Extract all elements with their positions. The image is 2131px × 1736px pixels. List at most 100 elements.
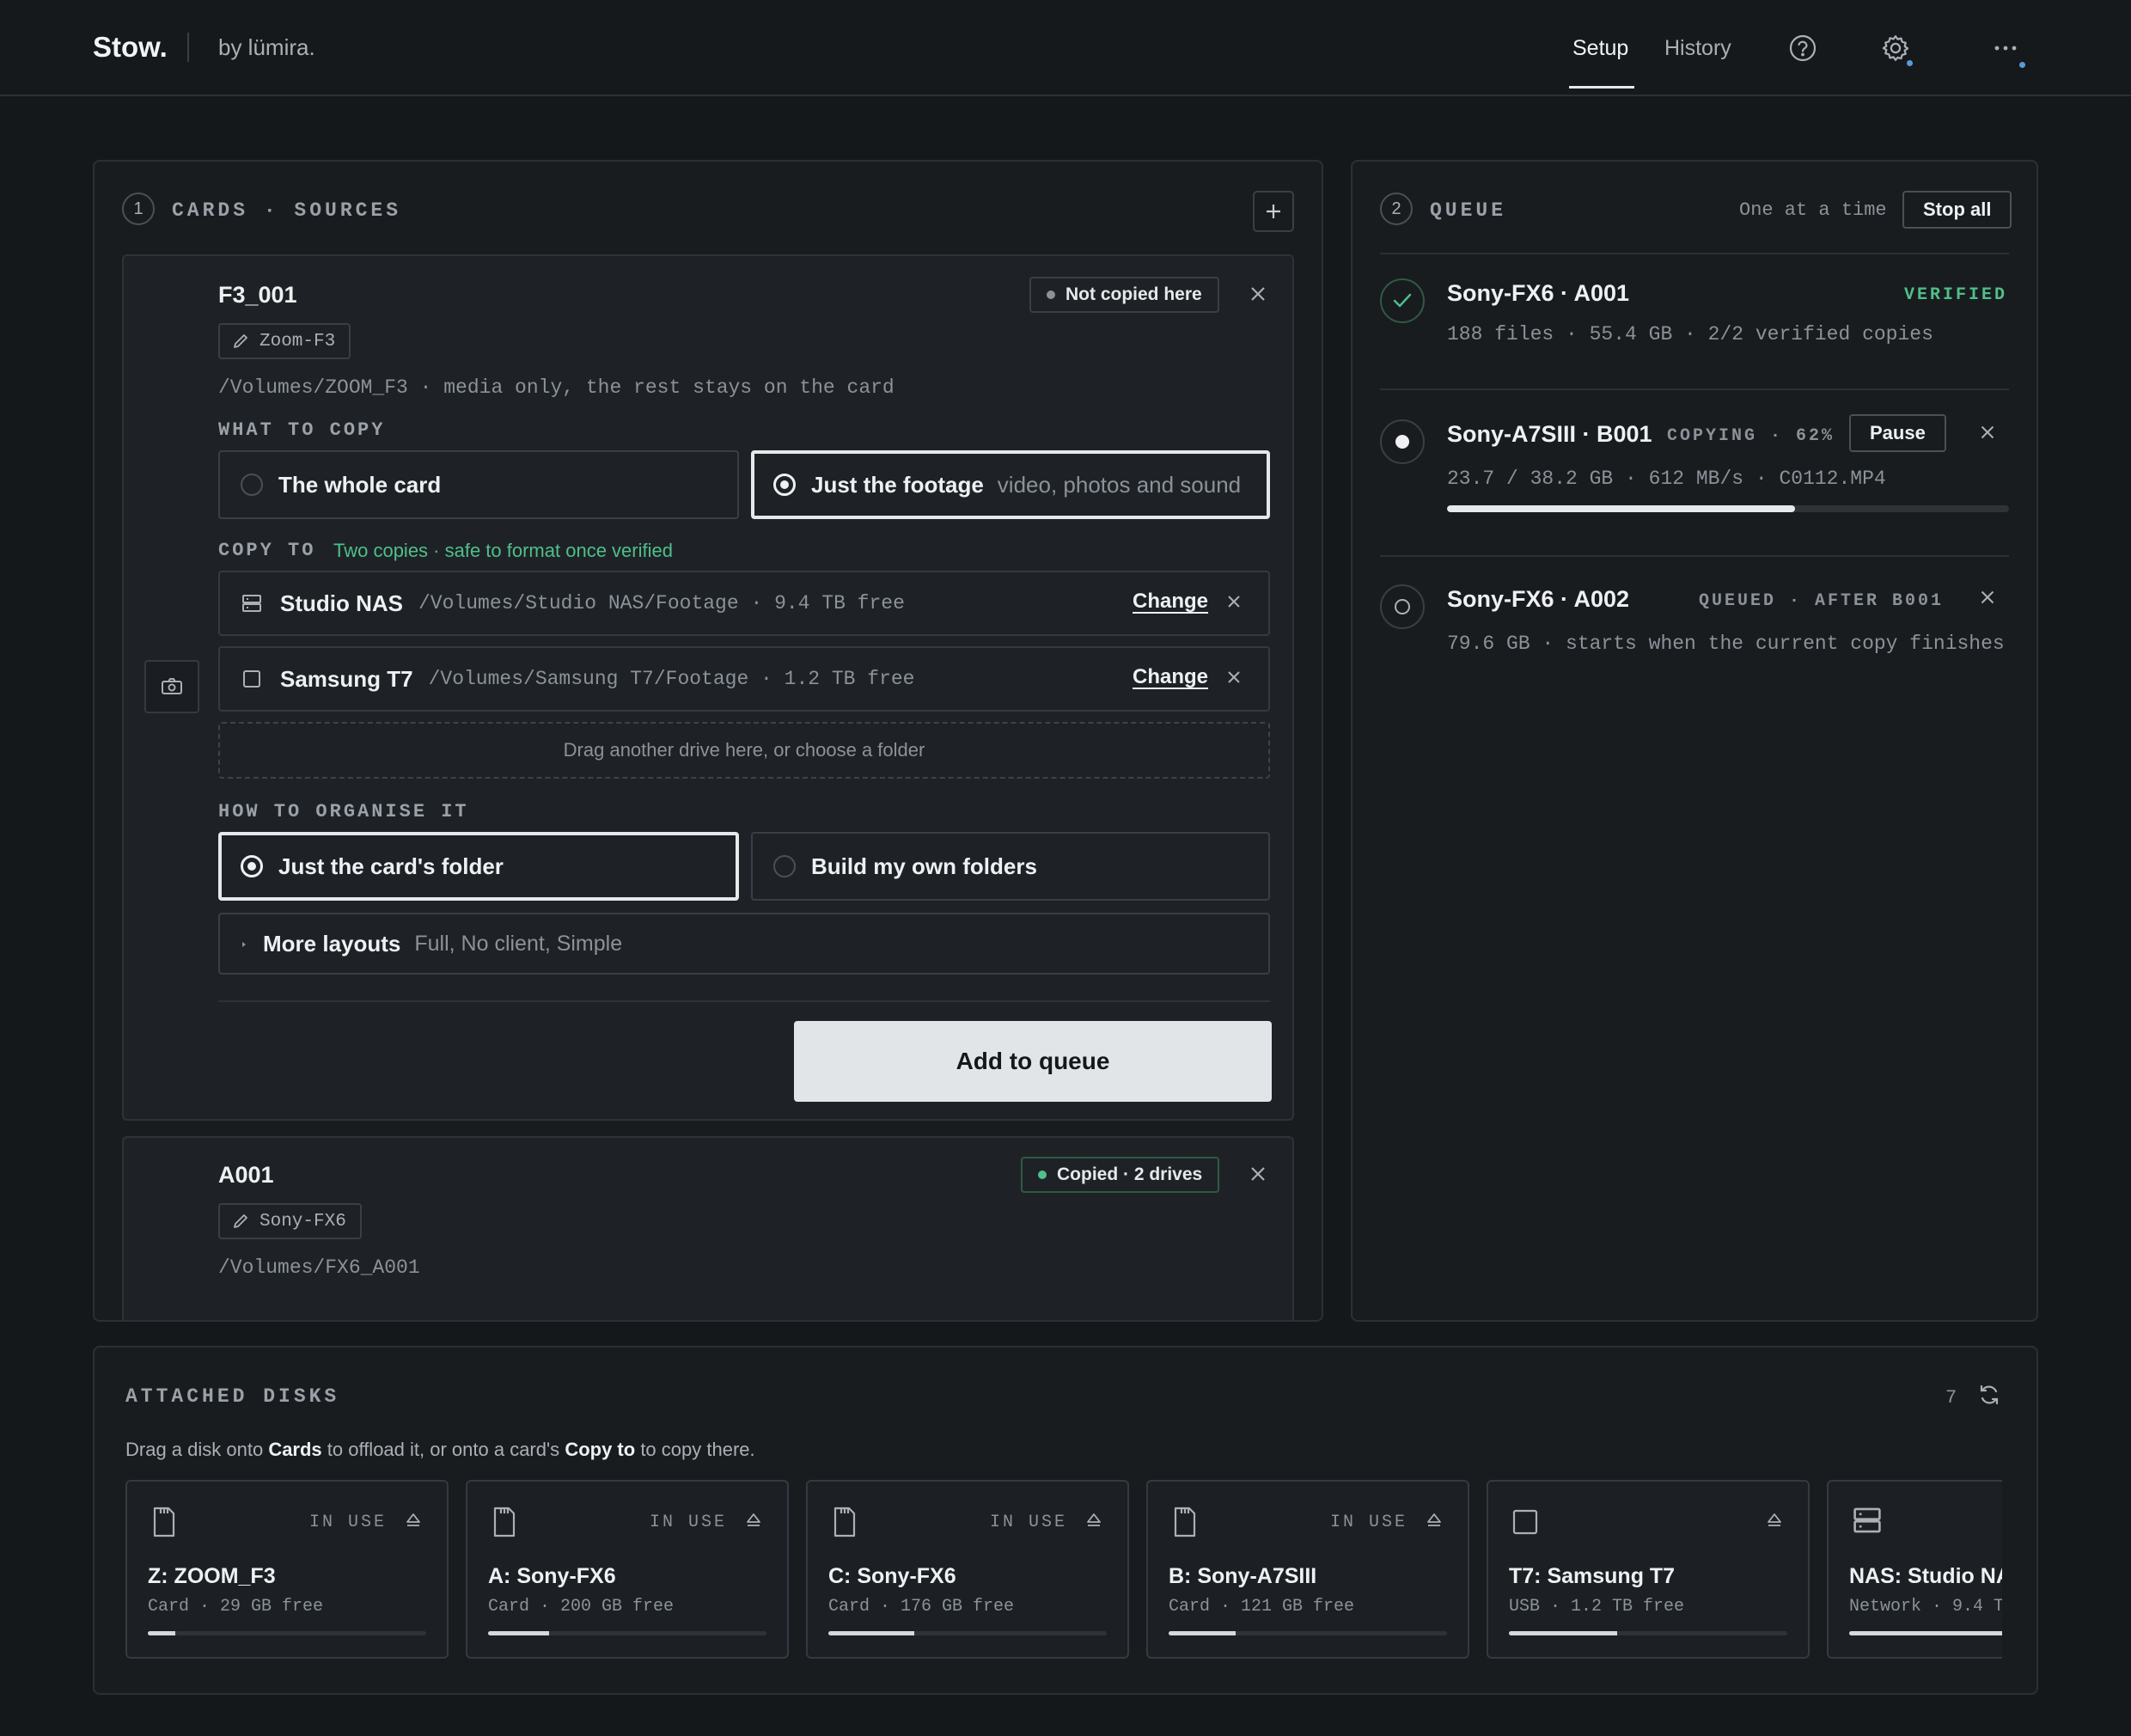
brand-divider [187,33,189,62]
camera-icon[interactable] [144,660,199,713]
app-logo: Stow. [93,31,168,63]
option-sub: video, photos and sound [997,471,1242,498]
step-number: 1 [122,193,155,225]
in-use-badge: IN USE [1329,1513,1407,1532]
option-own-folders[interactable]: Build my own folders [751,832,1270,901]
eject-icon[interactable] [1425,1511,1444,1530]
hint-cards: Cards [268,1439,322,1460]
queue-panel: 2 QUEUE One at a time Stop all Sony-FX6 … [1351,160,2038,1322]
active-dot-icon [1380,419,1425,464]
attached-disks-panel: ATTACHED DISKS 7 Drag a disk onto Cards … [93,1346,2038,1695]
disk-usage-fill [148,1631,176,1635]
queue-item-title: Sony-A7SIII · B001 [1447,421,1652,447]
more-icon[interactable] [1990,33,2021,64]
disk-card[interactable]: IN USE Z: ZOOM_F3 Card · 29 GB free [125,1480,449,1659]
eject-icon[interactable] [404,1511,423,1530]
queue-item-status: COPYING · 62% [1667,426,1835,446]
card-tag-label: Sony-FX6 [260,1211,346,1232]
disk-name: B: Sony-A7SIII [1169,1564,1317,1588]
top-bar: Stow. by lümira. Setup History [0,0,2131,96]
tab-setup-indicator [1569,86,1634,89]
option-just-footage[interactable]: Just the footage video, photos and sound [751,450,1270,519]
disk-usage-bar [1509,1631,1787,1635]
more-layouts-toggle[interactable]: More layouts Full, No client, Simple [218,913,1270,975]
close-icon[interactable] [1246,282,1270,306]
close-icon[interactable] [1976,586,1999,608]
progress-fill [1447,505,1796,512]
tab-setup[interactable]: Setup [1572,36,1628,61]
drop-zone[interactable]: Drag another drive here, or choose a fol… [218,722,1270,779]
more-layouts-sub: Full, No client, Simple [414,931,623,956]
settings-icon[interactable] [1880,33,1911,64]
hint-text: Drag a disk onto [125,1439,269,1460]
option-card-folder[interactable]: Just the card's folder [218,832,739,901]
card-tag[interactable]: Zoom-F3 [218,323,351,359]
disk-name: Z: ZOOM_F3 [148,1564,276,1588]
progress-bar [1447,505,2009,512]
radio-selected-icon [773,474,796,496]
pending-circle-icon [1380,584,1425,629]
pencil-icon [234,1214,247,1228]
disk-sub: Card · 176 GB free [828,1597,1015,1617]
sd-card-icon [1172,1506,1198,1538]
sources-panel: 1 CARDS · SOURCES F3_001 Zoom-F3 Not cop… [93,160,1323,1322]
queue-item-meta: 188 files · 55.4 GB · 2/2 verified copie… [1447,323,1933,345]
step-number: 2 [1380,193,1413,225]
server-icon [241,592,263,614]
disk-card[interactable]: IN USE B: Sony-A7SIII Card · 121 GB free [1146,1480,1469,1659]
change-destination-link[interactable]: Change [1133,665,1208,689]
radio-selected-icon [241,855,263,877]
in-use-badge: IN USE [989,1513,1067,1532]
close-icon[interactable] [1976,421,1999,443]
card-tag[interactable]: Sony-FX6 [218,1203,362,1239]
divider [1380,388,2009,390]
disk-card[interactable]: NAS: Studio NAS Network · 9.4 TB free [1827,1480,2002,1659]
tab-history[interactable]: History [1664,36,1731,61]
destination-path: /Volumes/Samsung T7/Footage · 1.2 TB fre… [428,668,915,690]
eject-icon[interactable] [1765,1511,1784,1530]
add-source-button[interactable] [1253,191,1294,232]
pause-button[interactable]: Pause [1849,414,1946,452]
eject-icon[interactable] [1084,1511,1103,1530]
add-to-queue-button[interactable]: Add to queue [794,1021,1272,1102]
drive-icon [241,668,263,690]
card-name: F3_001 [218,282,297,308]
destination-path: /Volumes/Studio NAS/Footage · 9.4 TB fre… [418,592,905,614]
hint-copy-to: Copy to [565,1439,636,1460]
disk-usage-fill [1849,1631,2002,1635]
what-to-copy-label: WHAT TO COPY [218,419,386,441]
disk-usage-fill [488,1631,550,1635]
status-badge-label: Not copied here [1066,284,1202,304]
status-badge-label: Copied · 2 drives [1057,1164,1203,1184]
chevron-right-icon [241,940,247,947]
close-icon[interactable] [1246,1162,1270,1186]
disks-title: ATTACHED DISKS [125,1385,340,1408]
card-tag-label: Zoom-F3 [260,331,336,351]
disk-usage-bar [488,1631,766,1635]
sd-card-icon [151,1506,177,1538]
disk-usage-fill [828,1631,915,1635]
card-path: /Volumes/FX6_A001 [218,1256,420,1279]
disk-sub: Card · 200 GB free [488,1597,675,1617]
disk-sub: USB · 1.2 TB free [1509,1597,1685,1617]
refresh-icon[interactable] [1976,1382,2002,1408]
help-icon[interactable] [1787,33,1818,64]
change-destination-link[interactable]: Change [1133,590,1208,614]
disk-name: A: Sony-FX6 [488,1564,616,1588]
option-label: Just the footage [811,471,984,498]
disk-card[interactable]: T7: Samsung T7 USB · 1.2 TB free [1487,1480,1810,1659]
remove-destination-icon[interactable] [1224,591,1244,612]
stop-all-button[interactable]: Stop all [1902,191,2012,229]
settings-notification-dot [1907,60,1913,66]
disk-card[interactable]: IN USE A: Sony-FX6 Card · 200 GB free [466,1480,789,1659]
option-whole-card[interactable]: The whole card [218,450,739,519]
disk-card[interactable]: IN USE C: Sony-FX6 Card · 176 GB free [806,1480,1129,1659]
status-dot [1047,290,1055,299]
source-card: A001 Sony-FX6 Copied · 2 drives /Volumes… [122,1136,1294,1320]
divider [218,1000,1270,1002]
eject-icon[interactable] [744,1511,763,1530]
radio-icon [773,855,796,877]
remove-destination-icon[interactable] [1224,667,1244,688]
sd-card-icon [832,1506,858,1538]
queue-item-status: QUEUED · AFTER B001 [1698,591,1944,611]
